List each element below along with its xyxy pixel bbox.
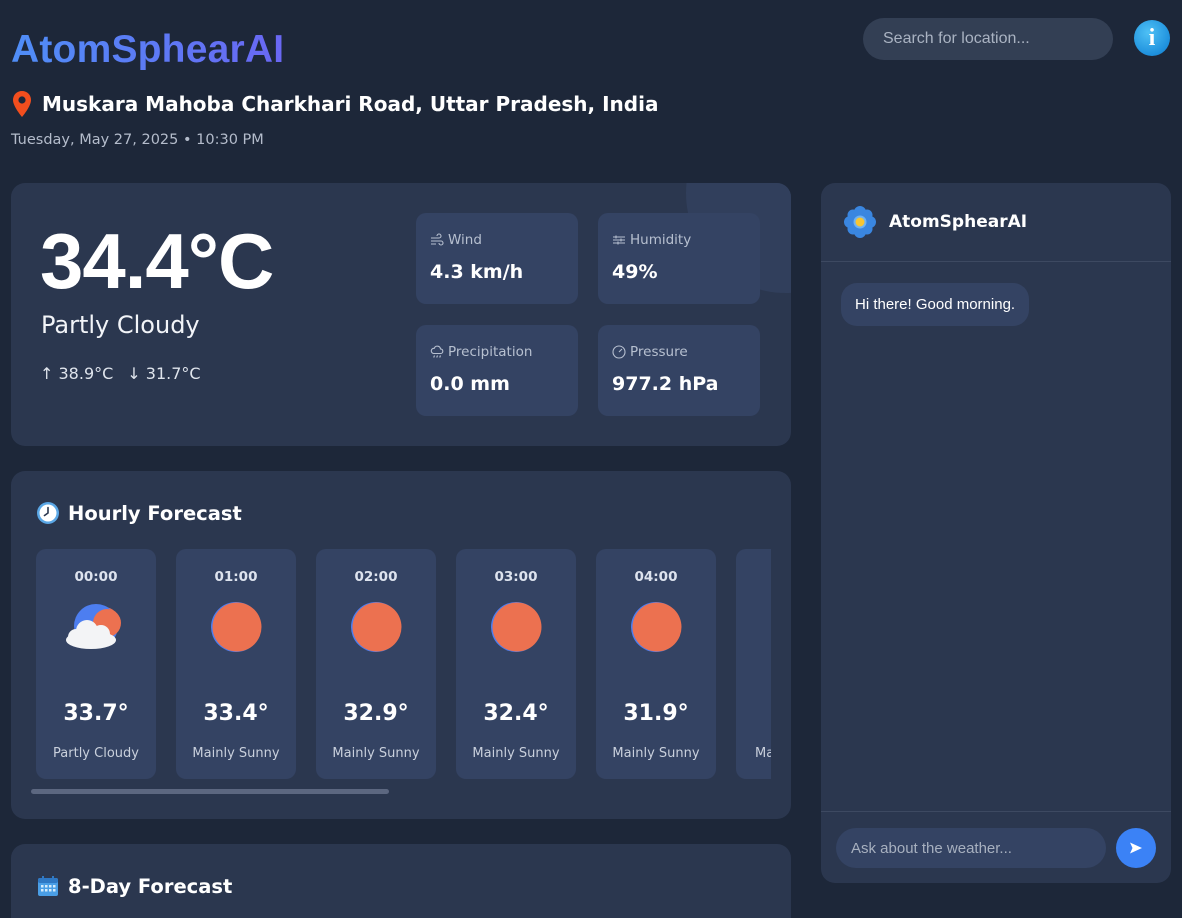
high-temp: ↑ 38.9°C [40, 364, 114, 383]
chat-input[interactable] [836, 828, 1106, 868]
low-temp: ↓ 31.7°C [127, 364, 201, 383]
send-button[interactable] [1116, 828, 1156, 868]
hour-card: 04:00 31.9° Mainly Sunny [596, 549, 716, 779]
daily-forecast-header: 8-Day Forecast [36, 874, 232, 898]
weather-app: AtomSphearAI Muskara Mahoba Charkhari Ro… [0, 0, 1182, 918]
brand-logo-text: AtomSphearAI [11, 28, 285, 71]
hour-temp: 33.7° [63, 701, 129, 726]
hour-time: 02:00 [354, 569, 398, 585]
stat-value: 4.3 km/h [430, 261, 524, 283]
horizontal-scrollbar[interactable] [31, 789, 389, 794]
hour-condition: Partly Cloudy [53, 746, 139, 761]
hour-condition: Mainly Sunny [332, 746, 420, 761]
calendar-icon [38, 876, 58, 896]
sun-icon [631, 602, 682, 652]
section-title: Hourly Forecast [68, 501, 242, 525]
stat-value: 49% [612, 261, 658, 283]
chat-panel: AtomSphearAI Hi there! Good morning. [821, 183, 1171, 883]
clock-icon [37, 502, 59, 524]
chat-header: AtomSphearAI [821, 183, 1171, 262]
stat-pressure: Pressure 977.2 hPa [598, 325, 760, 416]
stat-label: Pressure [630, 344, 688, 360]
hour-card: Ma [736, 549, 771, 779]
current-temperature: 34.4°C [40, 217, 274, 305]
wind-icon [431, 233, 444, 246]
humidity-icon [613, 235, 625, 245]
hour-card: 01:00 33.4° Mainly Sunny [176, 549, 296, 779]
high-low-temps: ↑ 38.9°C ↓ 31.7°C [40, 364, 201, 383]
stat-label: Humidity [630, 232, 692, 248]
hour-temp: 32.4° [483, 701, 549, 726]
hour-temp: 32.9° [343, 701, 409, 726]
hour-temp: 33.4° [203, 701, 269, 726]
sun-icon [351, 602, 402, 652]
hour-card: 02:00 32.9° Mainly Sunny [316, 549, 436, 779]
rain-cloud-icon [430, 345, 444, 358]
stat-value: 977.2 hPa [612, 373, 719, 395]
section-title: 8-Day Forecast [68, 874, 233, 898]
current-condition: Partly Cloudy [41, 311, 200, 339]
current-datetime: Tuesday, May 27, 2025 • 10:30 PM [11, 132, 264, 148]
daily-forecast-card: 8-Day Forecast [11, 844, 791, 918]
partly-cloudy-icon [66, 604, 121, 649]
hour-condition: Ma [755, 746, 771, 761]
chat-message-bot: Hi there! Good morning. [841, 283, 1030, 326]
stat-precipitation: Precipitation 0.0 mm [416, 325, 578, 416]
hour-condition: Mainly Sunny [612, 746, 700, 761]
info-icon[interactable]: i [1134, 20, 1170, 56]
stat-label: Wind [448, 232, 482, 248]
stat-wind: Wind 4.3 km/h [416, 213, 578, 304]
location-pin-icon [13, 91, 31, 117]
hour-temp: 31.9° [623, 701, 689, 726]
hour-condition: Mainly Sunny [472, 746, 560, 761]
location-line: Muskara Mahoba Charkhari Road, Uttar Pra… [12, 91, 658, 117]
hourly-forecast-card: Hourly Forecast 00:00 33.7° Partly Cloud… [11, 471, 791, 819]
stat-value: 0.0 mm [430, 373, 510, 395]
sun-icon [491, 602, 542, 652]
hourly-scroll-track[interactable]: 00:00 33.7° Partly Cloudy 01:00 33.4° Ma… [36, 549, 771, 779]
flower-avatar-icon [844, 206, 876, 238]
current-weather-card: 34.4°C Partly Cloudy ↑ 38.9°C ↓ 31.7°C W… [11, 183, 791, 446]
hour-time: 01:00 [214, 569, 258, 585]
hour-condition: Mainly Sunny [192, 746, 280, 761]
chat-title: AtomSphearAI [889, 212, 1028, 232]
hour-card: 03:00 32.4° Mainly Sunny [456, 549, 576, 779]
location-name: Muskara Mahoba Charkhari Road, Uttar Pra… [42, 92, 659, 116]
search-input[interactable] [863, 18, 1113, 60]
hour-time: 00:00 [74, 569, 118, 585]
send-icon [1130, 842, 1142, 854]
stat-label: Precipitation [448, 344, 533, 360]
stat-humidity: Humidity 49% [598, 213, 760, 304]
hour-time: 04:00 [634, 569, 678, 585]
hour-time: 03:00 [494, 569, 538, 585]
chat-footer [821, 811, 1171, 883]
sun-icon [211, 602, 262, 652]
hour-card: 00:00 33.7° Partly Cloudy [36, 549, 156, 779]
gauge-icon [612, 345, 626, 359]
hourly-forecast-header: Hourly Forecast [36, 501, 242, 525]
